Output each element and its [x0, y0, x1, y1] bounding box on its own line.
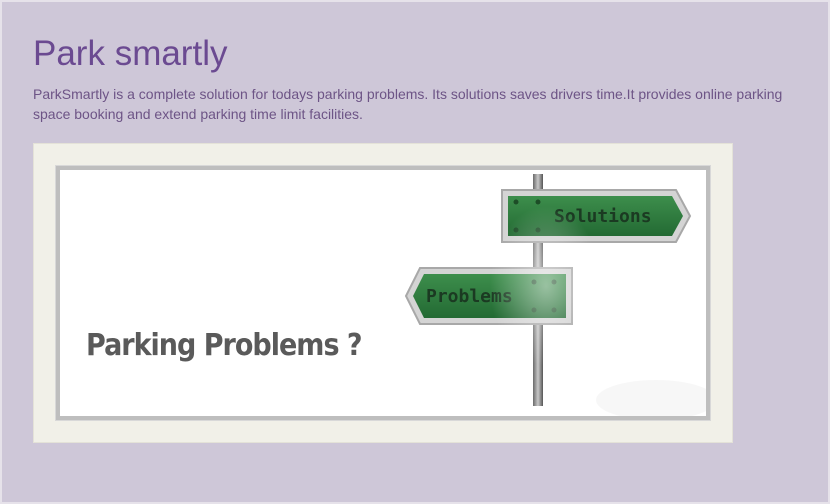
page-description: ParkSmartly is a complete solution for t…	[33, 86, 783, 122]
signpost-illustration: Solutions Problems	[404, 174, 706, 416]
fog-effect	[596, 380, 706, 416]
banner-frame: Solutions Problems Parking Problems ?	[33, 143, 733, 443]
banner-image: Solutions Problems Parking Problems ?	[56, 166, 710, 420]
page-title: Park smartly	[33, 34, 228, 73]
page: Park smartly ParkSmartly is a complete s…	[0, 0, 830, 504]
fog-effect	[490, 206, 602, 366]
banner-caption: Parking Problems ?	[86, 328, 363, 363]
